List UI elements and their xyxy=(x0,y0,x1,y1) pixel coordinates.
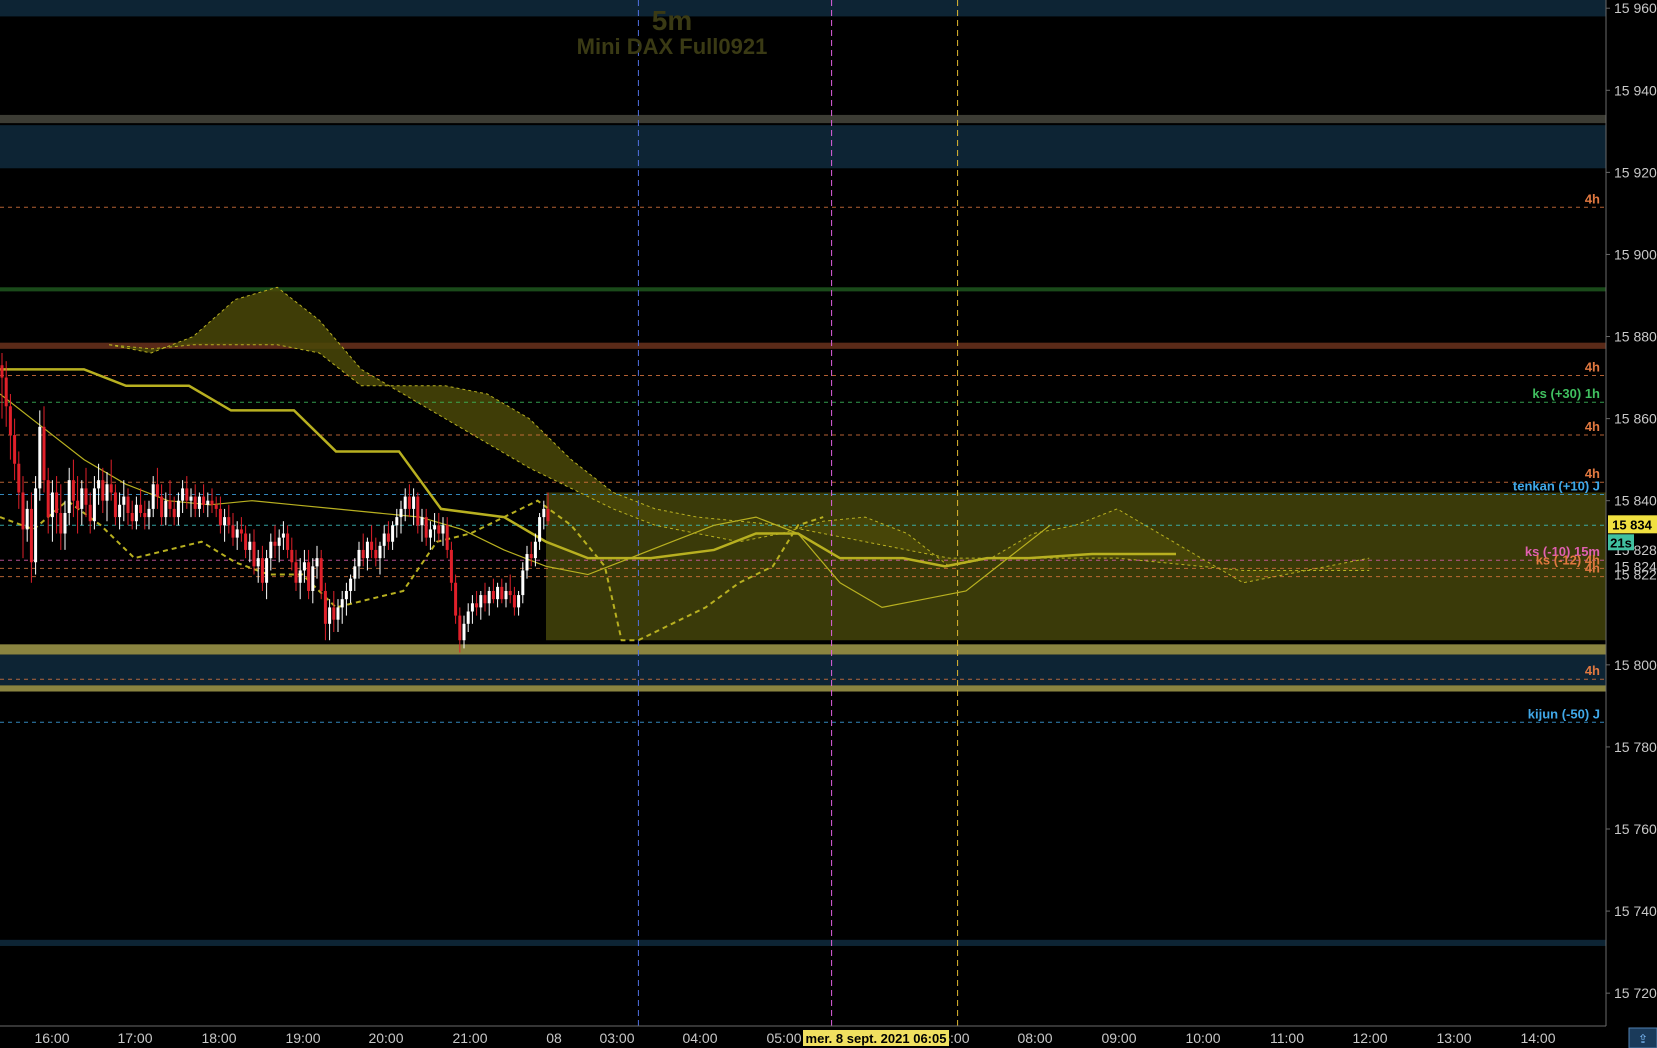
time-tick-label: 08:00 xyxy=(1017,1030,1052,1046)
candle xyxy=(34,476,38,575)
price-tick-label: 15 960 xyxy=(1614,0,1657,16)
chart-symbol: Mini DAX Full0921 xyxy=(577,34,768,59)
range-box xyxy=(546,492,1606,641)
price-tick-label: 15 740 xyxy=(1614,903,1657,919)
axis-scroll-button[interactable]: ⇪ xyxy=(1628,1027,1657,1048)
time-tick-label: 05:00 xyxy=(766,1030,801,1046)
price-tick-label: 15 880 xyxy=(1614,329,1657,345)
zone-band xyxy=(0,685,1606,692)
last-price-value: 15 834 xyxy=(1612,517,1653,532)
price-tick-label: 15 760 xyxy=(1614,821,1657,837)
level-label: kijun (-50) J xyxy=(1528,706,1600,721)
price-tick-label: 15 840 xyxy=(1614,493,1657,509)
level-label: 4h xyxy=(1585,191,1600,206)
time-tick-label: 11:00 xyxy=(1270,1030,1304,1046)
level-label: tenkan (+10) J xyxy=(1513,479,1600,494)
time-tick-label: 09:00 xyxy=(1101,1030,1136,1046)
zone-band xyxy=(0,654,1606,686)
zone-band xyxy=(0,114,1606,124)
price-axis-marker-label: 15 822 xyxy=(1614,567,1657,583)
level-label: 4h xyxy=(1585,419,1600,434)
level-label: ks (+30) 1h xyxy=(1532,386,1600,401)
scroll-arrow-icon: ⇪ xyxy=(1638,1032,1648,1046)
price-tick-label: 15 780 xyxy=(1614,739,1657,755)
time-tick-label: 08 xyxy=(546,1030,562,1046)
chart-timeframe: 5m xyxy=(652,5,692,36)
time-tick-label: 20:00 xyxy=(368,1030,403,1046)
time-tick-label: 04:00 xyxy=(682,1030,717,1046)
price-tick-label: 15 940 xyxy=(1614,82,1657,98)
time-tick-label: 18:00 xyxy=(201,1030,236,1046)
price-tick-label: 15 860 xyxy=(1614,411,1657,427)
zone-band xyxy=(0,939,1606,946)
countdown-value: 21s xyxy=(1610,535,1632,550)
price-tick-label: 15 720 xyxy=(1614,985,1657,1001)
time-tick-label: 16:00 xyxy=(34,1030,69,1046)
level-label: 4h xyxy=(1585,360,1600,375)
time-tick-label: 10:00 xyxy=(1185,1030,1220,1046)
level-label: 4h xyxy=(1585,663,1600,678)
price-chart[interactable]: 4h4hks (+30) 1h4h4htenkan (+10) Jks (-10… xyxy=(0,0,1657,1048)
zone-band xyxy=(0,287,1606,292)
time-tick-label: 17:00 xyxy=(117,1030,152,1046)
price-tick-label: 15 920 xyxy=(1614,164,1657,180)
time-tick-label: 12:00 xyxy=(1352,1030,1387,1046)
price-tick-label: 15 900 xyxy=(1614,246,1657,262)
zone-band xyxy=(0,0,1606,17)
zone-band xyxy=(0,125,1606,169)
time-tick-label: 14:00 xyxy=(1520,1030,1555,1046)
zone-band xyxy=(0,644,1606,655)
time-tick-label: 21:00 xyxy=(452,1030,487,1046)
time-tick-label: 19:00 xyxy=(285,1030,320,1046)
level-label: 4h xyxy=(1585,561,1600,576)
time-tick-label: 03:00 xyxy=(599,1030,634,1046)
price-tick-label: 15 800 xyxy=(1614,657,1657,673)
crosshair-date: mer. 8 sept. 2021 06:05 xyxy=(806,1031,947,1046)
range-zone xyxy=(546,492,1606,641)
time-tick-label: 13:00 xyxy=(1436,1030,1471,1046)
